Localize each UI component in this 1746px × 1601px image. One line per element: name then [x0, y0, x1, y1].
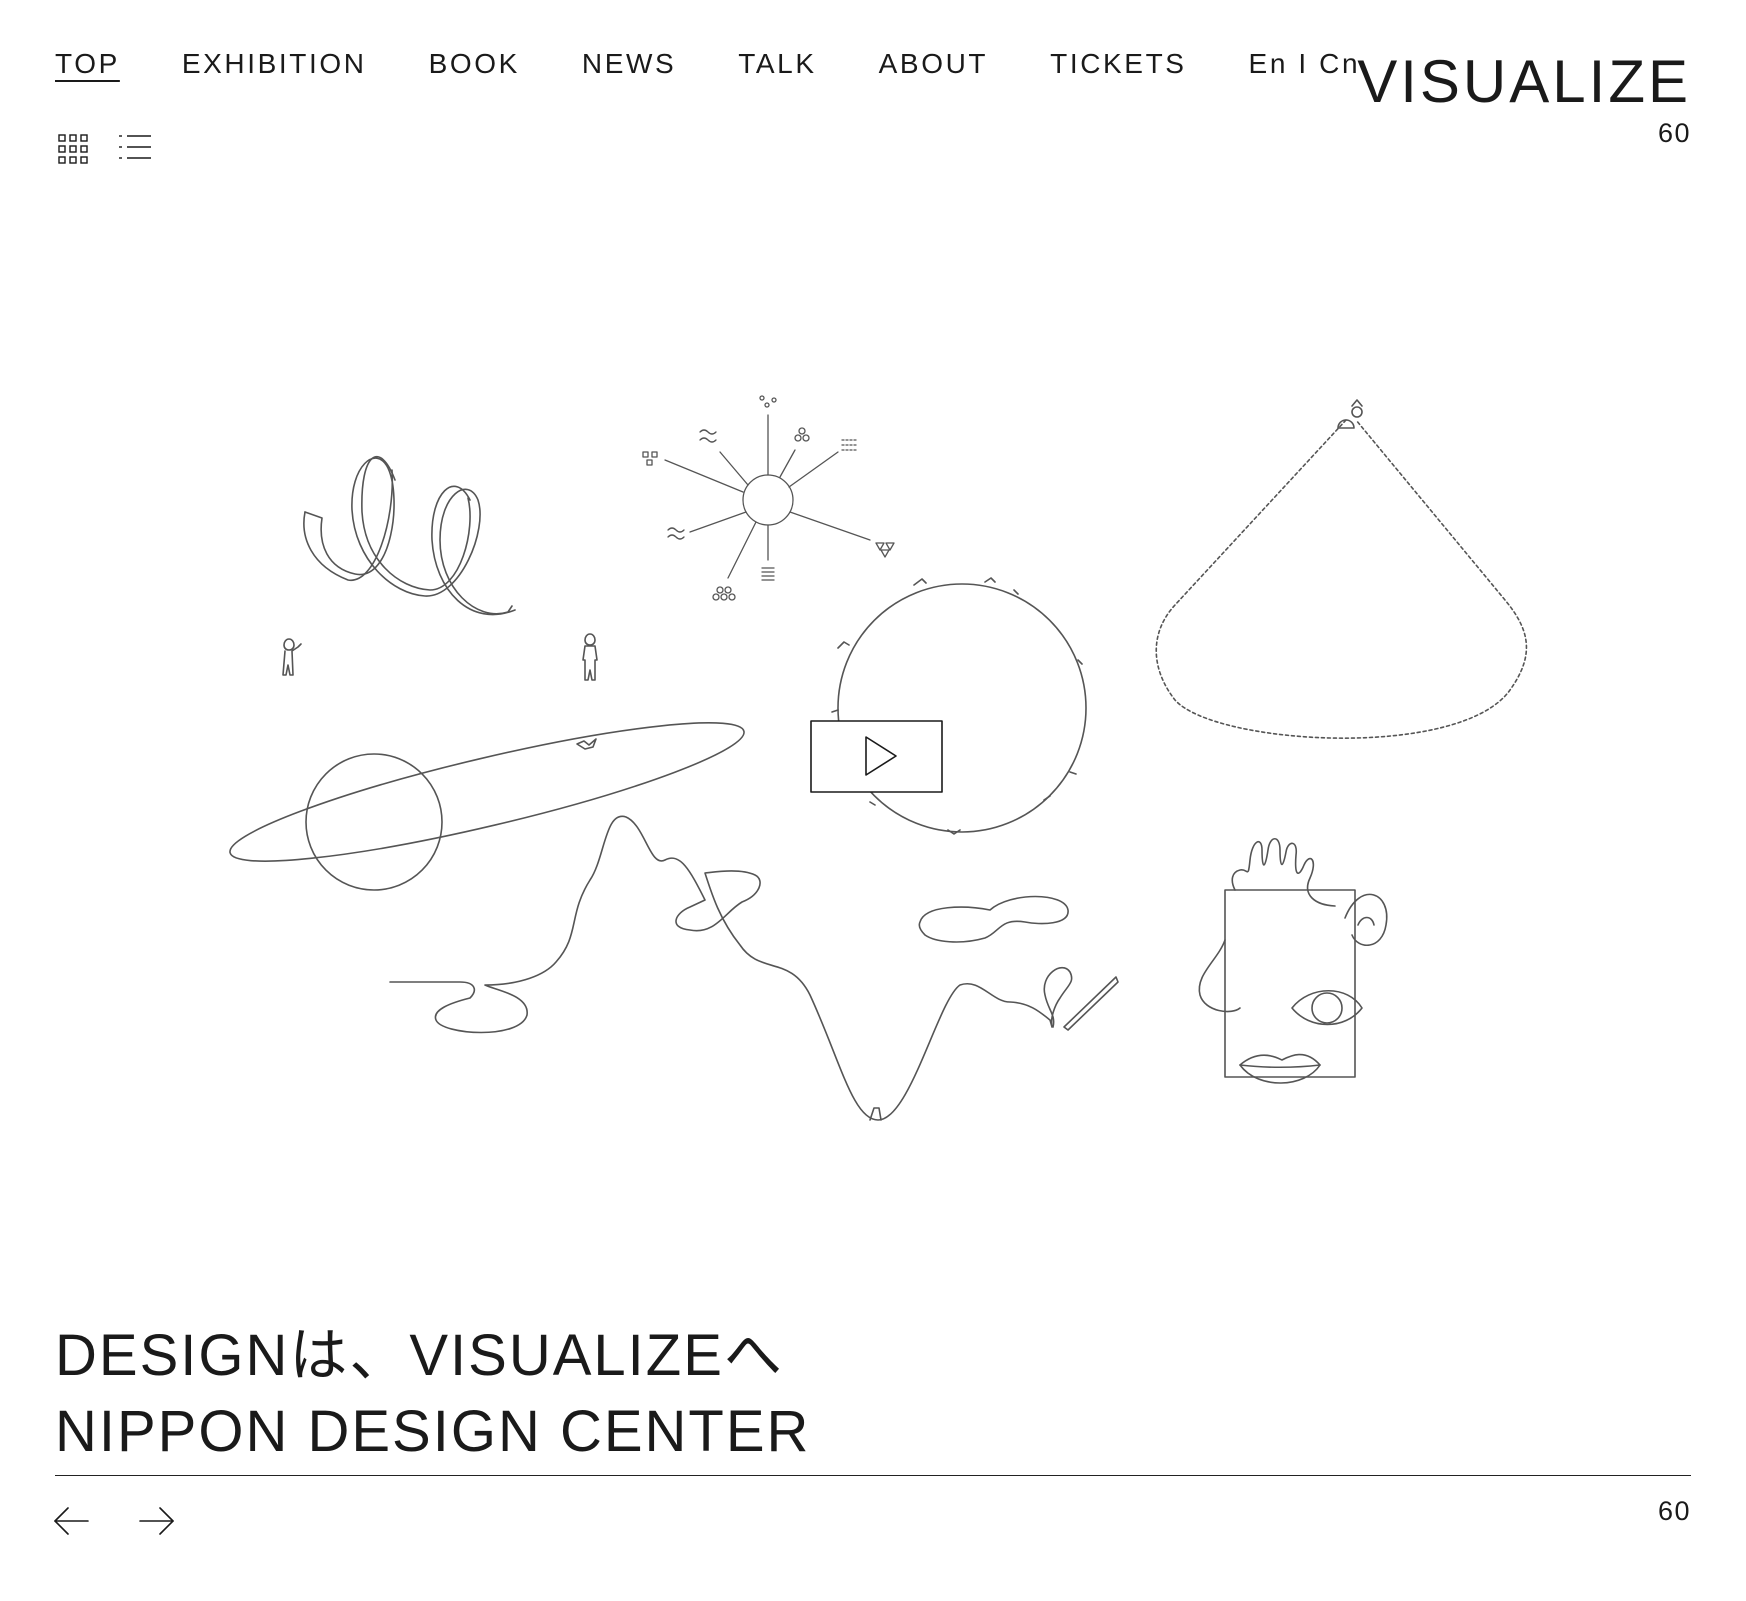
radiating-arrows-diagram	[642, 395, 895, 601]
nav-talk[interactable]: TALK	[738, 50, 816, 78]
spiral-ribbon-illustration	[303, 455, 516, 616]
language-switch[interactable]: En I Cn	[1249, 50, 1361, 78]
landscape-line-illustration	[389, 815, 1119, 1121]
arrow-right-icon[interactable]	[139, 1506, 175, 1541]
view-toggle	[58, 134, 152, 169]
nav-news[interactable]: NEWS	[582, 50, 676, 78]
nav-exhibition[interactable]: EXHIBITION	[182, 50, 367, 78]
grid-icon[interactable]	[58, 134, 88, 169]
person-figure	[282, 638, 302, 676]
headline-line-2: NIPPON DESIGN CENTER	[55, 1399, 811, 1464]
slide-counter: 60	[1657, 1496, 1691, 1526]
nav-top[interactable]: TOP	[55, 50, 120, 78]
logo-number: 60	[1657, 118, 1691, 148]
nav-tickets[interactable]: TICKETS	[1050, 50, 1186, 78]
site-logo[interactable]: VISUALIZE	[1357, 52, 1691, 112]
divider	[55, 1475, 1691, 1476]
list-icon[interactable]	[118, 134, 152, 169]
nav-about[interactable]: ABOUT	[879, 50, 988, 78]
video-play-button[interactable]	[810, 720, 943, 793]
headline-line-1: DESIGNは、VISUALIZEへ	[55, 1323, 784, 1388]
face-collage-illustration	[1198, 837, 1388, 1084]
globe-with-animals	[831, 577, 1087, 835]
nav-book[interactable]: BOOK	[429, 50, 520, 78]
pager	[53, 1506, 175, 1541]
planet-with-orbit	[229, 722, 745, 891]
headline: DESIGNは、VISUALIZEへ NIPPON DESIGN CENTER	[55, 1318, 810, 1470]
hero-illustration	[229, 395, 1528, 1121]
arrow-left-icon[interactable]	[53, 1506, 89, 1541]
dotted-cone-illustration	[1155, 399, 1528, 739]
person-figure	[582, 633, 598, 681]
main-nav: TOP EXHIBITION BOOK NEWS TALK ABOUT TICK…	[55, 50, 1360, 78]
